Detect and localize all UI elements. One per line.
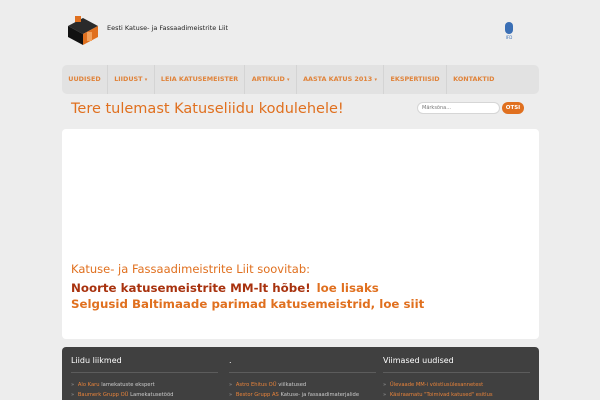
news-line-1-text[interactable]: Noorte katusemeistrite MM-lt hõbe! (71, 281, 311, 295)
member-link[interactable]: Alo Karu (78, 382, 100, 388)
member-description: lamekatuste ekspert (101, 382, 155, 388)
partner-logo[interactable]: IFD (498, 22, 520, 46)
logo-house-icon[interactable] (66, 14, 100, 46)
nav-item-uudised[interactable]: UUDISED (62, 65, 108, 94)
nav-item-label: ARTIKLID (251, 75, 285, 83)
caret-down-icon: ▾ (287, 77, 290, 83)
footer-middle-title: . (229, 356, 376, 373)
search-input[interactable] (417, 102, 500, 114)
footer-news-list: » Ülevaade MM-i võistlusülesannetest » K… (383, 380, 493, 400)
news-link[interactable]: Ülevaade MM-i võistlusülesannetest (390, 382, 483, 388)
bullet-icon: » (229, 382, 233, 388)
list-item: » Ülevaade MM-i võistlusülesannetest (383, 380, 493, 390)
site-title[interactable]: Eesti Katuse- ja Fassaadimeistrite Liit (107, 24, 228, 32)
partner-logo-icon (505, 22, 513, 34)
list-item: » Bestor Grupp AS Katuse- ja fassaadimat… (229, 390, 359, 400)
nav-item-label: UUDISED (68, 75, 101, 83)
header: Eesti Katuse- ja Fassaadimeistrite Liit … (0, 0, 600, 60)
member-link[interactable]: Bestor Grupp AS (236, 392, 279, 398)
bullet-icon: » (229, 392, 233, 398)
caret-down-icon: ▾ (374, 77, 377, 83)
nav-item-ekspertiisid[interactable]: EKSPERTIISID (384, 65, 447, 94)
footer: Liidu liikmed » Alo Karu lamekatuste eks… (62, 347, 539, 400)
nav-item-label: LEIA KATUSEMEISTER (160, 75, 239, 83)
main-navigation: UUDISED LIIDUST ▾ LEIA KATUSEMEISTER ART… (62, 65, 539, 94)
member-description: viilkatused (278, 382, 307, 388)
news-link[interactable]: Käsiraamatu "Toimivad katused" esitlus (390, 392, 493, 398)
footer-members-list: » Alo Karu lamekatuste ekspert » Baumerk… (71, 380, 173, 400)
bullet-icon: » (383, 382, 387, 388)
nav-item-label: EKSPERTIISID (390, 75, 440, 83)
bullet-icon: » (71, 392, 75, 398)
bullet-icon: » (71, 382, 75, 388)
nav-item-liidust[interactable]: LIIDUST ▾ (108, 65, 155, 94)
recommend-heading: Katuse- ja Fassaadimeistrite Liit soovit… (71, 262, 311, 276)
partner-logo-label: IFD (505, 35, 513, 40)
nav-item-aasta-katus[interactable]: AASTA KATUS 2013 ▾ (297, 65, 385, 94)
nav-item-label: LIIDUST (114, 75, 143, 83)
footer-middle-list: » Astro Ehitus OÜ viilkatused » Bestor G… (229, 380, 359, 400)
nav-item-leia-katusemeister[interactable]: LEIA KATUSEMEISTER (155, 65, 246, 94)
caret-down-icon: ▾ (144, 77, 148, 83)
list-item: » Alo Karu lamekatuste ekspert (71, 380, 173, 390)
nav-item-label: KONTAKTID (453, 75, 495, 83)
news-line-1: Noorte katusemeistrite MM-lt hõbe! loe li… (71, 281, 379, 295)
member-link[interactable]: Baumerk Grupp OÜ (78, 392, 129, 398)
member-description: Lamekatusetööd (130, 392, 174, 398)
footer-members-title: Liidu liikmed (71, 356, 218, 373)
nav-item-kontaktid[interactable]: KONTAKTID (447, 65, 501, 94)
bullet-icon: » (383, 392, 387, 398)
list-item: » Baumerk Grupp OÜ Lamekatusetööd (71, 390, 173, 400)
list-item: » Astro Ehitus OÜ viilkatused (229, 380, 359, 390)
read-more-link[interactable]: loe lisaks (317, 281, 379, 295)
nav-item-artiklid[interactable]: ARTIKLID ▾ (245, 65, 297, 94)
search-button[interactable]: OTSI (502, 102, 524, 114)
footer-news-title: Viimased uudised (383, 356, 530, 373)
member-link[interactable]: Astro Ehitus OÜ (236, 382, 277, 388)
nav-item-label: AASTA KATUS 2013 (303, 75, 373, 83)
member-description: Katuse- ja fassaadimaterjalide (280, 392, 360, 398)
page-title: Tere tulemast Katuseliidu kodulehele! (71, 101, 344, 117)
list-item: » Käsiraamatu "Toimivad katused" esitlus (383, 390, 493, 400)
news-line-2[interactable]: Selgusid Baltimaade parimad katusemeistr… (71, 297, 424, 311)
content-box: Katuse- ja Fassaadimeistrite Liit soovit… (62, 129, 539, 339)
